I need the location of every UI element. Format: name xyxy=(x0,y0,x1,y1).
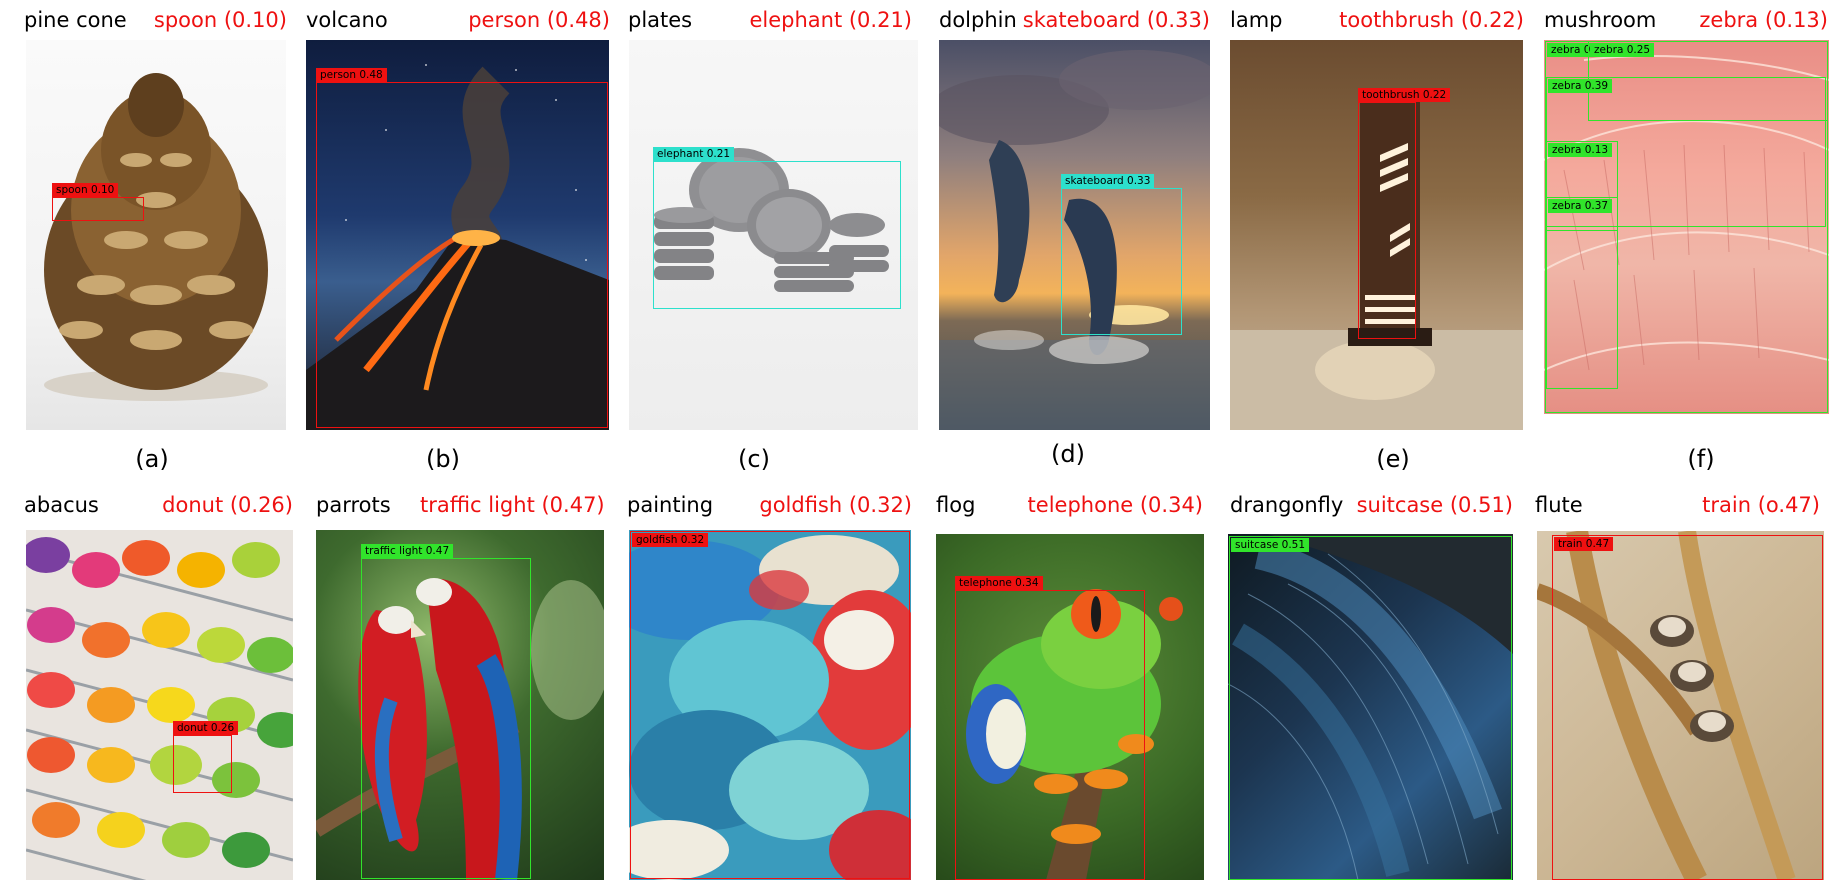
detection-tag: suitcase 0.51 xyxy=(1231,538,1310,552)
prediction-label: person (0.48) xyxy=(468,8,610,32)
pine-cone-illustration xyxy=(44,73,268,401)
detection-tag: elephant 0.21 xyxy=(653,147,735,161)
prediction-label: donut (0.26) xyxy=(162,493,293,517)
detection-box: goldfish 0.32 xyxy=(630,531,910,879)
panel-name-painting: painting xyxy=(627,493,714,517)
prediction-label: train (o.47) xyxy=(1702,493,1820,517)
prediction-label: elephant (0.21) xyxy=(749,8,912,32)
detection-box: spoon 0.10 xyxy=(52,183,144,221)
detection-tag: goldfish 0.32 xyxy=(632,533,709,547)
panel-name-abacus: abacus xyxy=(24,493,99,517)
abacus-illustration xyxy=(26,537,293,880)
prediction-label: telephone (0.34) xyxy=(1027,493,1203,517)
panel-name-mushroom: mushroom xyxy=(1544,8,1657,32)
prediction-label: goldfish (0.32) xyxy=(759,493,912,517)
prediction-label: suitcase (0.51) xyxy=(1356,493,1513,517)
painting-image: goldfish 0.32 xyxy=(629,530,911,880)
detection-box: suitcase 0.51 xyxy=(1229,536,1512,880)
dragonfly-image: suitcase 0.51 xyxy=(1228,534,1513,880)
detection-tag: toothbrush 0.22 xyxy=(1358,88,1451,102)
frog-image: telephone 0.34 xyxy=(936,534,1204,880)
detection-box: zebra 0.37 xyxy=(1546,197,1618,389)
volcano-image: person 0.48 xyxy=(306,40,609,430)
detection-box: telephone 0.34 xyxy=(955,576,1145,880)
detection-tag: person 0.48 xyxy=(316,68,387,82)
subcaption: (d) xyxy=(1051,440,1085,468)
detection-tag: zebra 0.39 xyxy=(1548,79,1613,93)
panel-name-dolphin: dolphin xyxy=(939,8,1017,32)
panel-name-pine-cone: pine cone xyxy=(24,8,127,32)
prediction-label: zebra (0.13) xyxy=(1699,8,1828,32)
mushroom-image: zebra 0.32 zebra 0.25 zebra 0.39 zebra 0… xyxy=(1544,40,1829,414)
detection-box: skateboard 0.33 xyxy=(1061,174,1182,335)
detection-box: toothbrush 0.22 xyxy=(1358,88,1451,339)
panel-name-frog: flog xyxy=(936,493,976,517)
detection-tag: skateboard 0.33 xyxy=(1061,174,1155,188)
detection-box: donut 0.26 xyxy=(173,721,239,793)
detection-box: person 0.48 xyxy=(316,68,608,428)
abacus-image: donut 0.26 xyxy=(26,530,293,880)
detection-tag: zebra 0.37 xyxy=(1548,199,1613,213)
panel-name-volcano: volcano xyxy=(306,8,388,32)
detection-box: traffic light 0.47 xyxy=(361,544,531,879)
panel-name-dragonfly: drangonfly xyxy=(1230,493,1344,517)
plates-image: elephant 0.21 xyxy=(629,40,918,430)
detection-tag: zebra 0.13 xyxy=(1548,143,1613,157)
detection-box: train 0.47 xyxy=(1552,535,1823,880)
detection-tag: telephone 0.34 xyxy=(955,576,1043,590)
detection-tag: traffic light 0.47 xyxy=(361,544,454,558)
panel-name-plates: plates xyxy=(628,8,693,32)
panel-name-flute: flute xyxy=(1535,493,1583,517)
prediction-label: spoon (0.10) xyxy=(153,8,287,32)
subcaption: (c) xyxy=(738,445,770,473)
prediction-label: toothbrush (0.22) xyxy=(1339,8,1524,32)
flute-image: train 0.47 xyxy=(1537,531,1824,880)
subcaption: (b) xyxy=(426,445,460,473)
subcaption: (f) xyxy=(1687,445,1715,473)
subcaption: (e) xyxy=(1376,445,1410,473)
panel-name-lamp: lamp xyxy=(1230,8,1283,32)
prediction-label: skateboard (0.33) xyxy=(1022,8,1210,32)
subcaption: (a) xyxy=(135,445,169,473)
detection-tag: train 0.47 xyxy=(1554,537,1614,551)
lamp-image: toothbrush 0.22 xyxy=(1230,40,1523,430)
panel-name-parrots: parrots xyxy=(316,493,391,517)
dolphin-image: skateboard 0.33 xyxy=(939,40,1210,430)
detection-tag: zebra 0.25 xyxy=(1590,43,1655,57)
parrots-image: traffic light 0.47 xyxy=(316,530,604,880)
pine-cone-image: spoon 0.10 xyxy=(26,40,286,430)
prediction-label: traffic light (0.47) xyxy=(420,493,605,517)
detection-tag: donut 0.26 xyxy=(173,721,239,735)
detection-tag: spoon 0.10 xyxy=(52,183,119,197)
detection-box: elephant 0.21 xyxy=(653,147,901,309)
